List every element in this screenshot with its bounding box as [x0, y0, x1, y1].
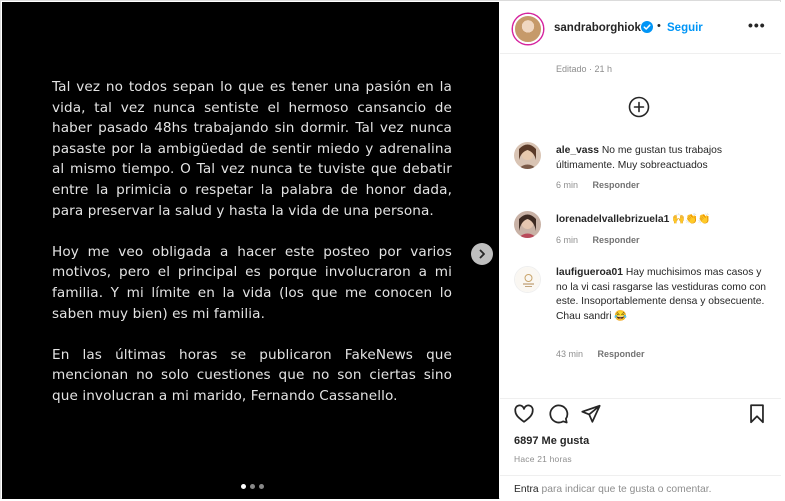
reply-button[interactable]: Responder	[593, 180, 640, 190]
likes-count[interactable]: 6897 Me gusta	[514, 435, 589, 447]
avatar[interactable]	[513, 14, 543, 44]
login-link[interactable]: Entra	[514, 484, 539, 495]
reply-button[interactable]: Responder	[593, 235, 640, 245]
chevron-right-icon	[479, 249, 485, 259]
carousel-indicator	[241, 484, 264, 489]
post-time[interactable]: Hace 21 horas	[514, 454, 572, 464]
post-image-text: Tal vez no todos sepan lo que es tener u…	[52, 77, 452, 427]
profile-photo-icon	[514, 142, 541, 169]
comment-username[interactable]: lorenadelvallebrizuela1	[556, 214, 669, 225]
comment-time: 6 min	[556, 235, 579, 245]
comment-meta: 6 min Responder	[556, 180, 640, 190]
comment-text: ale_vass No me gustan tus trabajos últim…	[556, 144, 771, 173]
comment-username[interactable]: ale_vass	[556, 145, 599, 156]
login-prompt-text: para indicar que te gusta o comentar.	[538, 484, 712, 495]
post-paragraph: En las últimas horas se publicaron FakeN…	[52, 346, 452, 404]
follow-button[interactable]: Seguir	[667, 22, 703, 34]
next-slide-button[interactable]	[471, 243, 493, 265]
edited-label: Editado · 21 h	[556, 64, 613, 74]
post-paragraph: Tal vez no todos sepan lo que es tener u…	[52, 79, 452, 219]
post-header: sandraborghiok • Seguir •••	[500, 2, 781, 54]
username-link[interactable]: sandraborghiok	[554, 22, 641, 34]
post-media[interactable]: Tal vez no todos sepan lo que es tener u…	[2, 2, 499, 499]
profile-photo-icon	[514, 211, 541, 238]
load-more-comments-icon[interactable]	[628, 96, 650, 118]
comment-meta: 43 min Responder	[556, 349, 645, 359]
comment-time: 43 min	[556, 349, 584, 359]
post-dialog: Tal vez no todos sepan lo que es tener u…	[0, 0, 781, 499]
heart-icon[interactable]	[513, 403, 535, 425]
comment-content: 🙌👏👏	[672, 214, 711, 225]
profile-logo-icon	[515, 267, 540, 292]
post-side-panel: sandraborghiok • Seguir ••• Editado · 21…	[500, 2, 781, 499]
share-icon[interactable]	[580, 403, 602, 425]
reply-button[interactable]: Responder	[598, 349, 645, 359]
post-paragraph: Hoy me veo obligada a hacer este posteo …	[52, 243, 452, 322]
carousel-dot	[250, 484, 255, 489]
more-options-button[interactable]: •••	[748, 17, 766, 33]
comment-text: lorenadelvallebrizuela1 🙌👏👏	[556, 213, 771, 228]
action-bar	[500, 398, 781, 424]
header-separator: •	[657, 20, 661, 32]
comment-text: laufigueroa01 Hay muchisimos mas casos y…	[556, 266, 771, 324]
comment-avatar[interactable]	[514, 142, 541, 169]
login-to-comment: Entra para indicar que te gusta o coment…	[500, 475, 781, 499]
verified-badge-icon	[641, 21, 653, 33]
carousel-dot	[241, 484, 246, 489]
bookmark-icon[interactable]	[746, 403, 768, 425]
comment-avatar[interactable]	[514, 211, 541, 238]
carousel-dot	[259, 484, 264, 489]
comment-time: 6 min	[556, 180, 579, 190]
comment-icon[interactable]	[547, 403, 569, 425]
comment-avatar[interactable]	[514, 266, 541, 293]
comment-username[interactable]: laufigueroa01	[556, 267, 623, 278]
comment-meta: 6 min Responder	[556, 235, 640, 245]
